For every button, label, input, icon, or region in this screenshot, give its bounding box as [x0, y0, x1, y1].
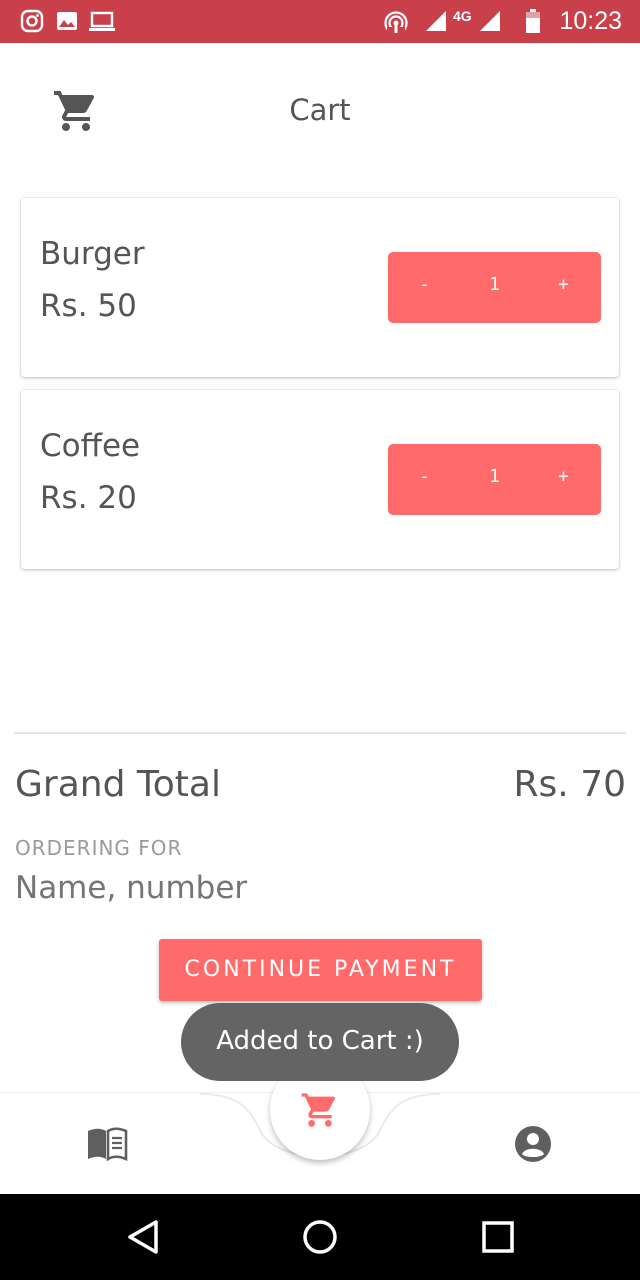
home-icon[interactable]	[302, 1218, 338, 1256]
toast-message: Added to Cart :)	[181, 1003, 459, 1081]
item-price: Rs. 20	[40, 480, 137, 516]
back-icon[interactable]	[126, 1218, 160, 1256]
item-name: Coffee	[40, 428, 141, 464]
item-price: Rs. 50	[40, 288, 137, 324]
signal-icon	[480, 11, 500, 31]
network-type: 4G	[453, 8, 472, 24]
cart-item-card: Coffee Rs. 20 - 1 +	[21, 390, 619, 569]
continue-payment-button[interactable]: CONTINUE PAYMENT	[159, 939, 482, 1001]
cart-icon	[301, 1093, 336, 1127]
status-bar: 4G 10:23	[0, 0, 640, 43]
status-time: 10:23	[559, 7, 622, 35]
grand-total-label: Grand Total	[15, 764, 221, 805]
profile-icon[interactable]	[514, 1125, 552, 1163]
increment-button[interactable]: +	[558, 274, 569, 295]
laptop-icon	[89, 11, 115, 31]
system-nav-bar	[0, 1194, 640, 1280]
item-name: Burger	[40, 236, 145, 272]
recents-icon[interactable]	[481, 1218, 515, 1256]
page-title: Cart	[289, 93, 351, 127]
hotspot-icon	[384, 11, 408, 35]
image-icon	[57, 12, 77, 30]
instagram-icon	[20, 9, 44, 33]
grand-total-value: Rs. 70	[513, 764, 626, 805]
ordering-for-label: ORDERING FOR	[15, 836, 183, 860]
signal-icon	[426, 11, 446, 31]
ordering-for-input[interactable]	[15, 870, 515, 906]
divider	[14, 732, 626, 734]
increment-button[interactable]: +	[558, 466, 569, 487]
quantity-value: 1	[489, 466, 500, 487]
quantity-value: 1	[489, 274, 500, 295]
app-header: Cart	[0, 43, 640, 173]
quantity-stepper: - 1 +	[388, 252, 601, 323]
battery-icon	[526, 9, 540, 33]
cart-item-card: Burger Rs. 50 - 1 +	[21, 198, 619, 377]
menu-book-icon[interactable]	[86, 1125, 128, 1163]
quantity-stepper: - 1 +	[388, 444, 601, 515]
